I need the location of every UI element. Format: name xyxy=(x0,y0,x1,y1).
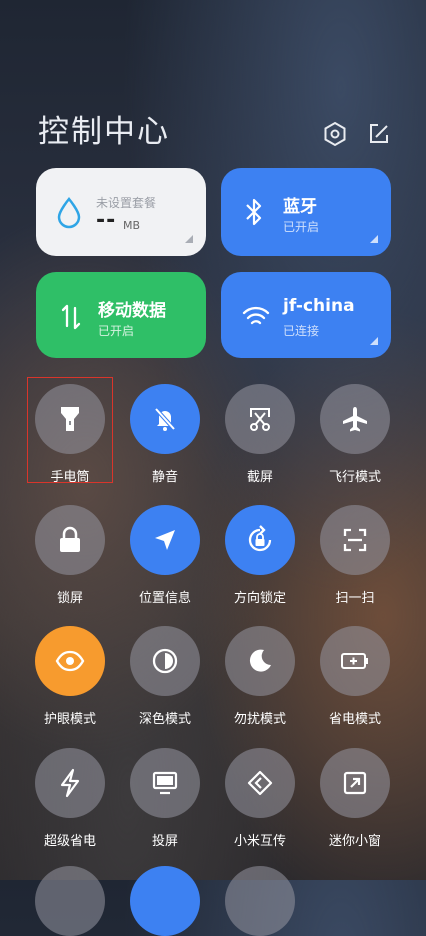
bluetooth-card[interactable]: 蓝牙 已开启 xyxy=(221,168,391,256)
toggle-airplane-mode[interactable]: 飞行模式 xyxy=(307,384,403,485)
toggle-label: 护眼模式 xyxy=(43,712,96,727)
next-row-circle-partial xyxy=(225,866,295,936)
toggle-rotation-lock[interactable]: 方向锁定 xyxy=(212,505,308,606)
toggle-label: 扫一扫 xyxy=(335,591,375,606)
mini-window-icon xyxy=(343,771,367,795)
toggle-label: 静音 xyxy=(151,470,178,485)
selection-highlight-box xyxy=(27,377,113,483)
wifi-network-name: jf-china xyxy=(283,296,355,316)
toggle-label: 勿扰模式 xyxy=(233,712,286,727)
wifi-card[interactable]: jf-china 已连接 xyxy=(221,272,391,358)
location-arrow-icon xyxy=(155,530,175,550)
toggle-scan[interactable]: 扫一扫 xyxy=(307,505,403,606)
toggle-ultra-battery-saver[interactable]: 超级省电 xyxy=(22,748,118,849)
toggle-mini-window[interactable]: 迷你小窗 xyxy=(307,748,403,849)
expand-corner-icon xyxy=(370,235,378,243)
toggle-screenshot[interactable]: 截屏 xyxy=(212,384,308,485)
toggle-battery-saver[interactable]: 省电模式 xyxy=(307,626,403,727)
toggle-do-not-disturb[interactable]: 勿扰模式 xyxy=(212,626,308,727)
toggle-cast-screen[interactable]: 投屏 xyxy=(117,748,213,849)
wifi-status: 已连接 xyxy=(283,324,320,338)
mobile-data-label: 移动数据 xyxy=(98,301,166,321)
data-usage-value: -- xyxy=(96,208,117,233)
edit-icon[interactable] xyxy=(366,121,392,147)
toggle-label: 深色模式 xyxy=(138,712,191,727)
toggle-label: 小米互传 xyxy=(233,834,286,849)
dark-mode-icon xyxy=(152,648,178,674)
water-drop-icon xyxy=(57,197,81,229)
toggle-label: 超级省电 xyxy=(43,834,96,849)
data-plan-card[interactable]: 未设置套餐 -- MB xyxy=(36,168,206,256)
toggle-label: 投屏 xyxy=(151,834,178,849)
bluetooth-icon xyxy=(246,198,262,226)
lock-icon xyxy=(60,526,80,552)
mobile-data-status: 已开启 xyxy=(98,324,135,338)
lightning-icon xyxy=(60,768,80,798)
toggle-label: 迷你小窗 xyxy=(328,834,381,849)
next-row-circle-partial xyxy=(130,866,200,936)
settings-hexagon-icon[interactable] xyxy=(322,121,348,147)
toggle-location[interactable]: 位置信息 xyxy=(117,505,213,606)
toggle-label: 飞行模式 xyxy=(328,470,381,485)
toggle-lock-screen[interactable]: 锁屏 xyxy=(22,505,118,606)
toggle-label: 方向锁定 xyxy=(233,591,286,606)
toggle-label: 锁屏 xyxy=(56,591,83,606)
screenshot-scissors-icon xyxy=(250,408,270,431)
mi-share-icon xyxy=(247,770,273,796)
toggle-label: 位置信息 xyxy=(138,591,191,606)
bluetooth-label: 蓝牙 xyxy=(283,197,317,217)
data-transfer-arrows-icon xyxy=(61,304,81,330)
eye-icon xyxy=(55,650,85,672)
toggle-mi-share[interactable]: 小米互传 xyxy=(212,748,308,849)
moon-icon xyxy=(249,649,271,672)
wifi-icon xyxy=(242,306,270,325)
cast-screen-icon xyxy=(152,771,178,795)
toggle-label: 省电模式 xyxy=(328,712,381,727)
airplane-icon xyxy=(343,407,367,432)
battery-saver-icon xyxy=(341,653,368,669)
toggle-dark-mode[interactable]: 深色模式 xyxy=(117,626,213,727)
next-row-circle-partial xyxy=(35,866,105,936)
expand-corner-icon xyxy=(370,337,378,345)
data-usage-unit: MB xyxy=(123,219,141,232)
page-title: 控制中心 xyxy=(38,114,170,150)
scan-icon xyxy=(343,528,367,552)
toggle-eye-protection[interactable]: 护眼模式 xyxy=(22,626,118,727)
toggle-label: 截屏 xyxy=(246,470,273,485)
bluetooth-status: 已开启 xyxy=(283,220,320,234)
expand-corner-icon xyxy=(185,235,193,243)
toggle-mute[interactable]: 静音 xyxy=(117,384,213,485)
rotation-lock-icon xyxy=(248,525,272,552)
mute-bell-icon xyxy=(154,407,176,431)
mobile-data-card[interactable]: 移动数据 已开启 xyxy=(36,272,206,358)
